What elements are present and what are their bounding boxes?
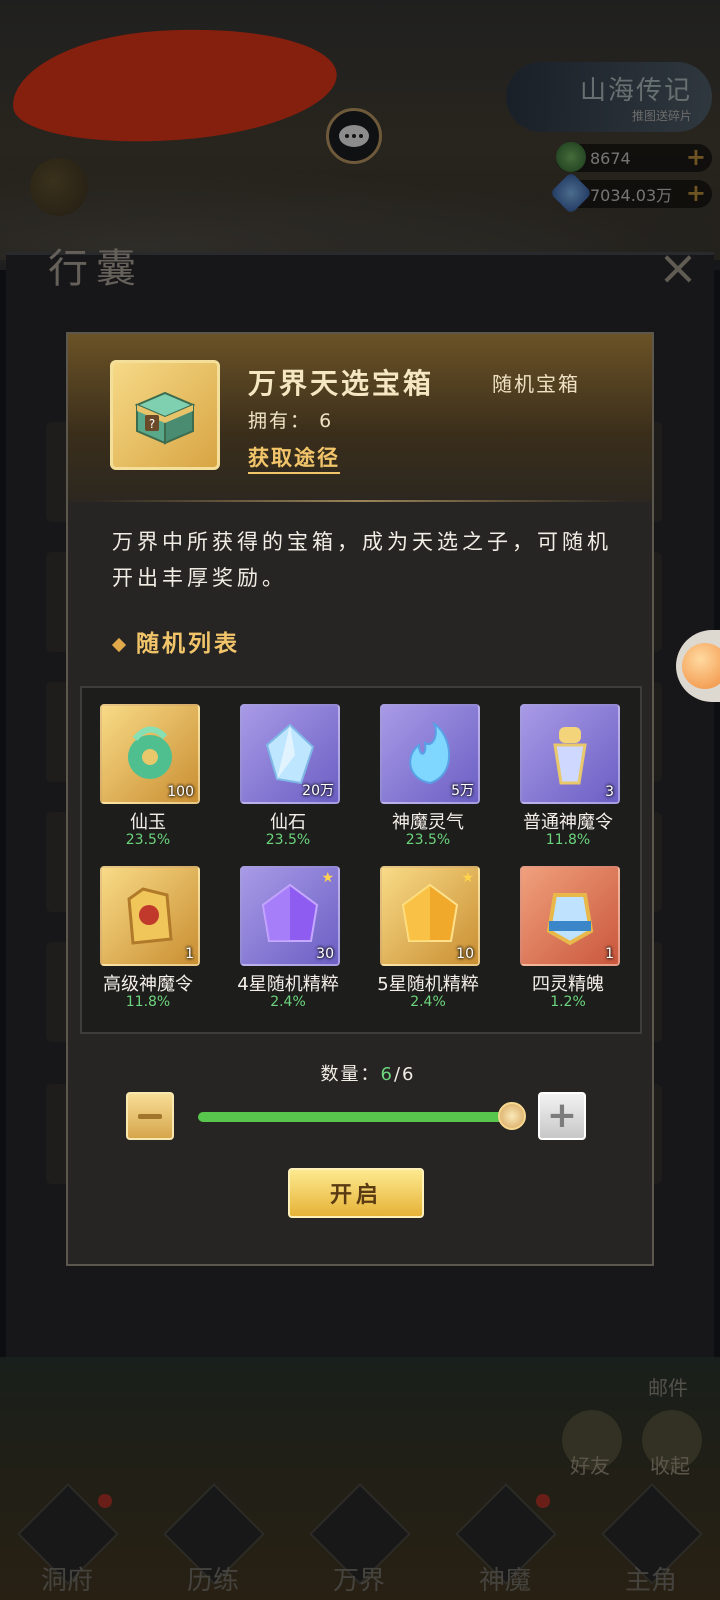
reward-item[interactable]: ★ 10 5星随机精粹 2.4% [366,866,490,1026]
reward-probability: 2.4% [410,994,446,1010]
reward-item[interactable]: 1 高级神魔令 11.8% [86,866,210,1026]
reward-probability: 1.2% [550,994,586,1010]
reward-probability: 11.8% [545,832,591,848]
reward-name: 四灵精魄 [532,974,604,995]
quantity-slider-track[interactable] [198,1112,510,1122]
reward-probability: 2.4% [270,994,306,1010]
owned-label: 拥有： [248,410,312,432]
reward-item[interactable]: 1 四灵精魄 1.2% [506,866,630,1026]
minus-icon [138,1113,162,1119]
increase-quantity-button[interactable]: + [538,1092,586,1140]
reward-count: 5万 [451,783,474,799]
quantity-max: /6 [393,1064,416,1085]
reward-item[interactable]: 100 仙玉 23.5% [86,704,210,864]
token-icon: 3 [520,704,620,804]
reward-count: 100 [167,784,194,800]
purple-essence-icon: ★ 30 [240,866,340,966]
reward-name: 5星随机精粹 [377,974,479,995]
reward-probability: 23.5% [405,832,451,848]
random-list-title: 随机列表 [111,624,240,658]
reward-probability: 23.5% [125,832,171,848]
owned-count: 拥有： 6 [248,406,333,433]
reward-count: 10 [456,946,474,962]
random-list-label: 随机列表 [136,630,240,657]
four-spirits-icon: 1 [520,866,620,966]
reward-name: 神魔灵气 [392,812,464,833]
item-name: 万界天选宝箱 [248,367,435,400]
treasure-chest-icon: ? [110,360,220,470]
jade-ring-icon: 100 [100,704,200,804]
reward-name: 高级神魔令 [103,974,193,995]
quantity-slider-handle[interactable] [498,1102,526,1130]
crystal-icon: 20万 [240,704,340,804]
reward-name: 仙石 [270,812,306,833]
item-detail-dialog: ? 万界天选宝箱 随机宝箱 拥有： 6 获取途径 万界中所获得的宝箱，成为天选之… [66,332,654,1266]
reward-name: 仙玉 [130,812,166,833]
source-link[interactable]: 获取途径 [248,442,340,474]
reward-count: 3 [605,784,614,800]
reward-item[interactable]: 3 普通神魔令 11.8% [506,704,630,864]
decrease-quantity-button[interactable] [126,1092,174,1140]
reward-count: 1 [605,946,614,962]
diamond-bullet-icon [111,637,127,653]
reward-probability: 23.5% [265,832,311,848]
reward-item[interactable]: ★ 30 4星随机精粹 2.4% [226,866,350,1026]
peach-icon [682,643,720,689]
quantity-label: 数量：6/6 [298,1060,438,1086]
reward-name: 4星随机精粹 [237,974,339,995]
svg-text:?: ? [149,417,155,431]
star-icon: ★ [321,870,334,886]
reward-count: 30 [316,946,334,962]
item-description: 万界中所获得的宝箱，成为天选之子，可随机开出丰厚奖励。 [112,530,612,590]
spirit-flame-icon: 5万 [380,704,480,804]
reward-count: 1 [185,946,194,962]
quantity-text: 数量： [320,1064,381,1085]
header-divider [92,500,628,502]
reward-list: 100 仙玉 23.5% 20万 仙石 23.5% 5万 神魔灵气 23.5% … [80,686,642,1034]
gold-essence-icon: ★ 10 [380,866,480,966]
quantity-current: 6 [380,1064,394,1085]
star-icon: ★ [461,870,474,886]
open-chest-button[interactable]: 开启 [288,1168,424,1218]
reward-probability: 11.8% [125,994,171,1010]
reward-item[interactable]: 5万 神魔灵气 23.5% [366,704,490,864]
advanced-token-icon: 1 [100,866,200,966]
reward-item[interactable]: 20万 仙石 23.5% [226,704,350,864]
reward-name: 普通神魔令 [523,812,613,833]
reward-count: 20万 [302,783,334,799]
owned-value: 6 [319,410,334,432]
item-type: 随机宝箱 [492,372,580,396]
